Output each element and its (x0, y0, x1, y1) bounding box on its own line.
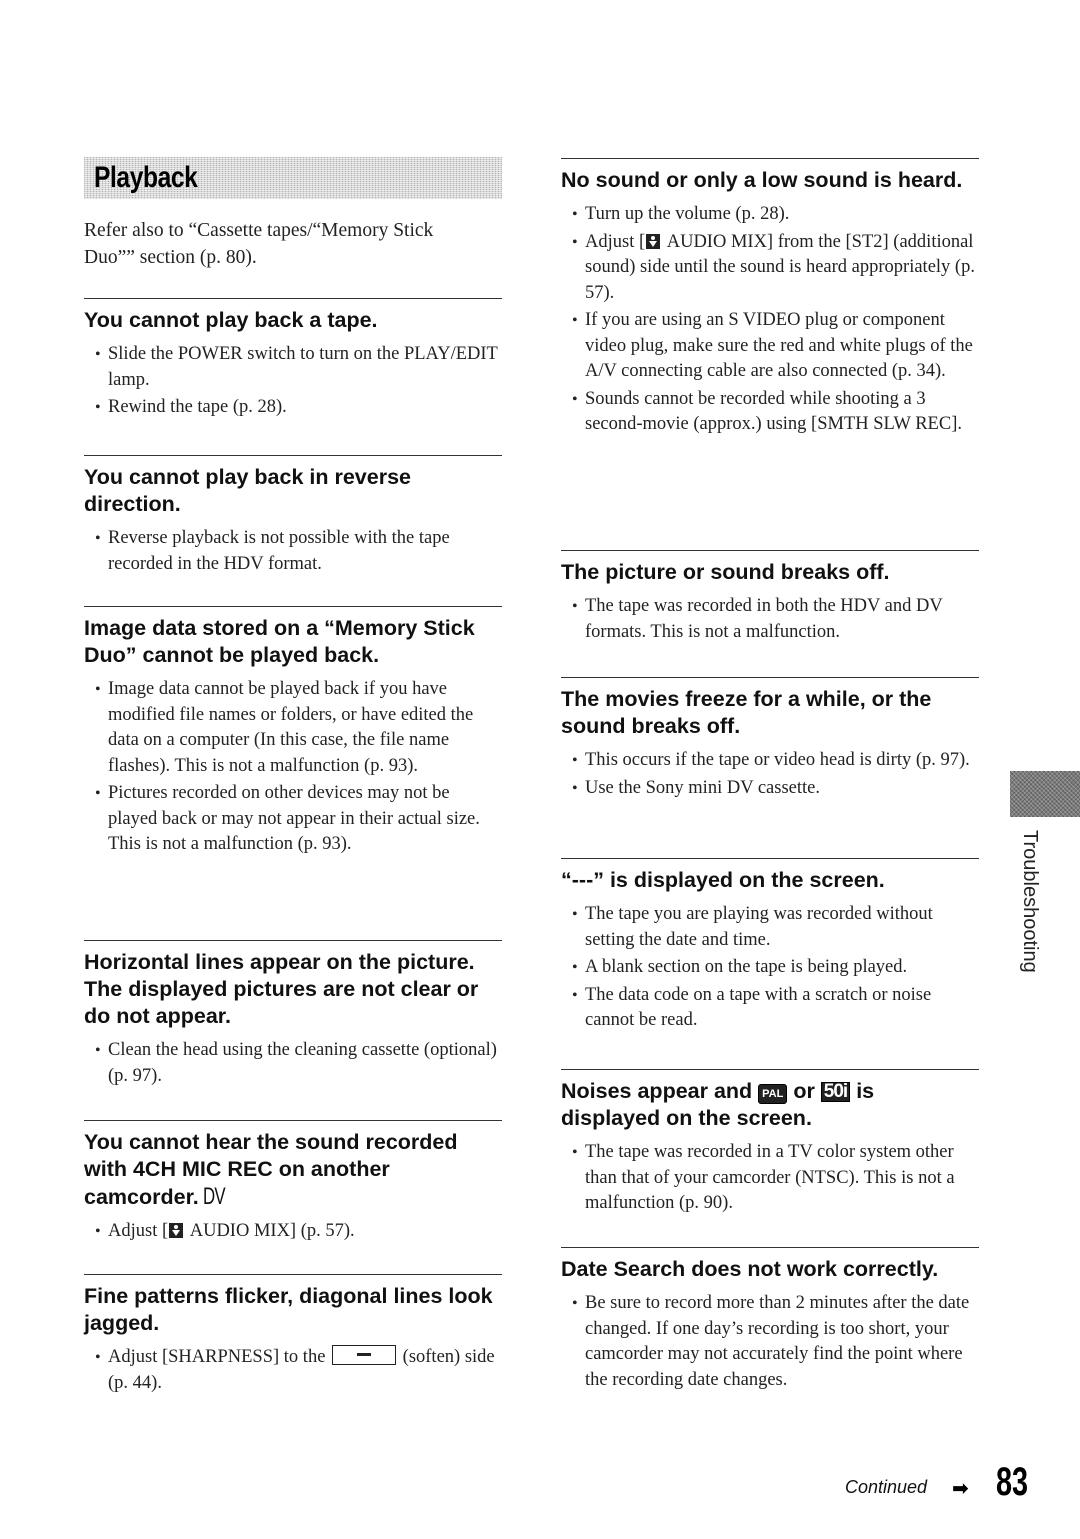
soften-icon (332, 1345, 397, 1365)
topic-movies-freeze: The movies freeze for a while, or the so… (561, 677, 979, 803)
topic-heading: Image data stored on a “Memory Stick Duo… (84, 616, 475, 667)
section-intro: Refer also to “Cassette tapes/“Memory St… (84, 220, 434, 268)
list-item: Turn up the volume (p. 28). (572, 202, 979, 228)
divider (561, 858, 979, 859)
topic-heading: You cannot play back in reverse directio… (84, 465, 412, 516)
topic-date-search: Date Search does not work correctly. Be … (561, 1247, 979, 1395)
divider (84, 606, 502, 607)
divider (84, 455, 502, 456)
section-banner: Playback (84, 157, 502, 199)
topic-heading: The picture or sound breaks off. (561, 560, 890, 584)
list-item: If you are using an S VIDEO plug or comp… (572, 308, 979, 385)
topic-list: Be sure to record more than 2 minutes af… (561, 1291, 979, 1393)
list-item: Use the Sony mini DV cassette. (572, 776, 979, 802)
list-item: The tape was recorded in a TV color syst… (572, 1140, 979, 1217)
topic-reverse-playback: You cannot play back in reverse directio… (84, 455, 502, 579)
item-text-post: AUDIO MIX] (p. 57). (186, 1221, 355, 1241)
list-item: Adjust [ AUDIO MIX] from the [ST2] (addi… (572, 230, 979, 307)
divider (84, 940, 502, 941)
list-item: The data code on a tape with a scratch o… (572, 983, 979, 1034)
heading-text-mid: or (787, 1079, 821, 1103)
divider (561, 677, 979, 678)
topic-list: Adjust [ AUDIO MIX] (p. 57). (84, 1219, 502, 1245)
divider (561, 1247, 979, 1248)
continued-label: Continued (845, 1477, 928, 1497)
topic-heading: “---” is displayed on the screen. (561, 868, 885, 892)
topic-list: Slide the POWER switch to turn on the PL… (84, 342, 502, 421)
topic-horizontal-lines: Horizontal lines appear on the picture. … (84, 940, 502, 1091)
topic-heading: Horizontal lines appear on the picture. … (84, 950, 479, 1028)
topic-4ch-mic: You cannot hear the sound recorded with … (84, 1120, 502, 1247)
topic-list: This occurs if the tape or video head is… (561, 748, 979, 801)
divider (561, 1069, 979, 1070)
page-number: 83 (996, 1460, 1029, 1504)
topic-heading: You cannot hear the sound recorded with … (84, 1129, 502, 1211)
list-item: Image data cannot be played back if you … (95, 677, 502, 779)
divider (84, 298, 502, 299)
topic-heading-text: You cannot hear the sound recorded with … (84, 1130, 458, 1209)
topic-heading: Noises appear and PAL or 50i is displaye… (561, 1078, 979, 1132)
heading-text-pre: Noises appear and (561, 1079, 759, 1103)
chapter-tab-label: Troubleshooting (1019, 830, 1041, 973)
item-text-pre: Adjust [ (108, 1221, 169, 1241)
list-item: Rewind the tape (p. 28). (95, 395, 502, 421)
list-item: Reverse playback is not possible with th… (95, 526, 502, 577)
topic-heading: Fine patterns flicker, diagonal lines lo… (84, 1284, 493, 1335)
topic-heading: No sound or only a low sound is heard. (561, 168, 963, 192)
list-item: The tape was recorded in both the HDV an… (572, 594, 979, 645)
list-item: Be sure to record more than 2 minutes af… (572, 1291, 979, 1393)
topic-picture-breaks-off: The picture or sound breaks off. The tap… (561, 550, 979, 647)
dv-format-icon: DV (202, 1183, 226, 1210)
topic-list: Clean the head using the cleaning casset… (84, 1038, 502, 1089)
audio-mix-icon (646, 233, 661, 249)
pal-icon: PAL (758, 1084, 788, 1104)
topic-cannot-play-tape: You cannot play back a tape. Slide the P… (84, 298, 502, 423)
list-item: Sounds cannot be recorded while shooting… (572, 387, 979, 438)
topic-heading: You cannot play back a tape. (84, 308, 378, 332)
chapter-tab-marker (1010, 771, 1080, 817)
topic-heading: The movies freeze for a while, or the so… (561, 687, 932, 738)
divider (84, 1274, 502, 1275)
item-text-pre: Adjust [ (585, 231, 646, 252)
topic-list: Turn up the volume (p. 28). Adjust [ AUD… (561, 202, 979, 438)
divider (84, 1120, 502, 1121)
section-title: Playback (94, 161, 198, 194)
audio-mix-icon (169, 1223, 184, 1238)
arrow-right-icon: ➡ (952, 1476, 969, 1500)
list-item: Clean the head using the cleaning casset… (95, 1038, 502, 1089)
topic-memory-stick: Image data stored on a “Memory Stick Duo… (84, 606, 502, 860)
topic-list: Adjust [SHARPNESS] to the (soften) side … (84, 1345, 502, 1396)
topic-list: Reverse playback is not possible with th… (84, 526, 502, 577)
topic-dashes-displayed: “---” is displayed on the screen. The ta… (561, 858, 979, 1036)
topic-list: Image data cannot be played back if you … (84, 677, 502, 858)
list-item: Adjust [ AUDIO MIX] (p. 57). (95, 1219, 502, 1245)
topic-heading: Date Search does not work correctly. (561, 1257, 939, 1281)
topic-noises-pal: Noises appear and PAL or 50i is displaye… (561, 1069, 979, 1219)
list-item: Slide the POWER switch to turn on the PL… (95, 342, 502, 393)
list-item: The tape you are playing was recorded wi… (572, 902, 979, 953)
divider (561, 550, 979, 551)
item-text-pre: Adjust [SHARPNESS] to the (108, 1347, 331, 1367)
topic-list: The tape you are playing was recorded wi… (561, 902, 979, 1034)
list-item: Adjust [SHARPNESS] to the (soften) side … (95, 1345, 502, 1396)
list-item: A blank section on the tape is being pla… (572, 955, 979, 981)
divider (561, 158, 979, 159)
list-item: Pictures recorded on other devices may n… (95, 781, 502, 858)
topic-no-sound: No sound or only a low sound is heard. T… (561, 158, 979, 440)
topic-list: The tape was recorded in both the HDV an… (561, 594, 979, 645)
topic-fine-patterns: Fine patterns flicker, diagonal lines lo… (84, 1274, 502, 1398)
topic-list: The tape was recorded in a TV color syst… (561, 1140, 979, 1217)
50i-icon: 50i (820, 1082, 851, 1102)
list-item: This occurs if the tape or video head is… (572, 748, 979, 774)
